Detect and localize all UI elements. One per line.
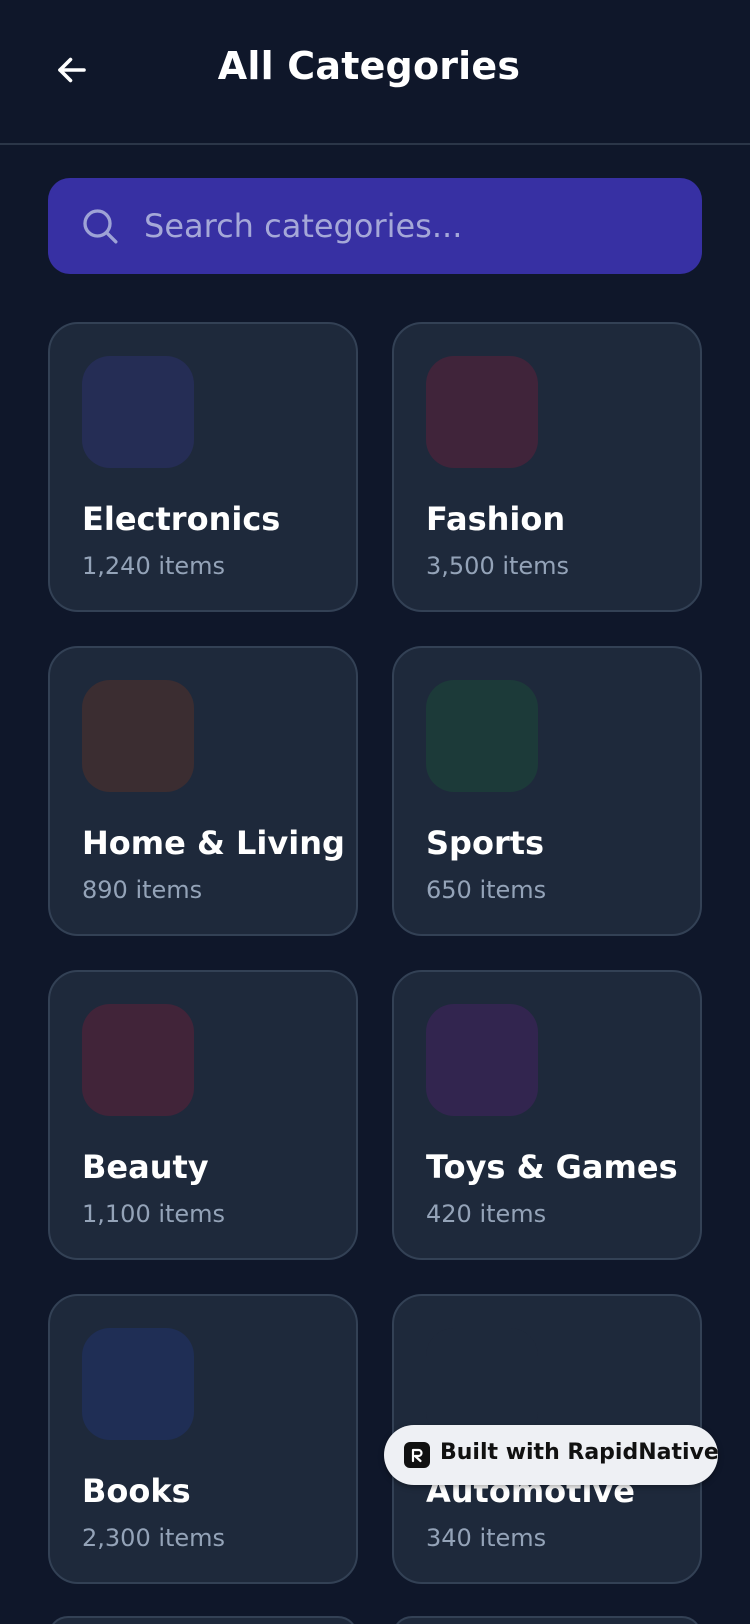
page-title: All Categories <box>217 44 521 88</box>
category-card-home-living[interactable]: Home & Living 890 items <box>48 646 358 936</box>
category-icon-tile <box>82 356 194 468</box>
category-grid-next-row <box>48 1616 702 1624</box>
category-count: 650 items <box>426 876 547 904</box>
search-bar[interactable] <box>48 178 702 274</box>
category-count: 890 items <box>82 876 203 904</box>
category-grid: Electronics 1,240 items Fashion 3,500 it… <box>48 322 702 1584</box>
category-icon-tile <box>82 680 194 792</box>
search-input[interactable] <box>144 178 664 274</box>
category-count: 1,240 items <box>82 552 226 580</box>
category-card-partial[interactable] <box>392 1616 702 1624</box>
category-icon-tile <box>82 1328 194 1440</box>
header: All Categories <box>0 0 750 145</box>
category-count: 420 items <box>426 1200 547 1228</box>
category-icon-tile <box>426 356 538 468</box>
category-name: Fashion <box>426 500 566 538</box>
category-name: Toys & Games <box>426 1148 678 1186</box>
category-card-sports[interactable]: Sports 650 items <box>392 646 702 936</box>
category-count: 3,500 items <box>426 552 570 580</box>
category-card-fashion[interactable]: Fashion 3,500 items <box>392 322 702 612</box>
search-icon <box>83 209 118 244</box>
category-count: 340 items <box>426 1524 547 1552</box>
category-icon-tile <box>426 680 538 792</box>
badge-label: Built with RapidNative <box>440 1440 719 1465</box>
category-name: Books <box>82 1472 191 1510</box>
category-card-partial[interactable] <box>48 1616 358 1624</box>
built-with-badge[interactable]: Built with RapidNative <box>384 1425 719 1485</box>
category-card-electronics[interactable]: Electronics 1,240 items <box>48 322 358 612</box>
category-name: Electronics <box>82 500 281 538</box>
category-icon-tile <box>82 1004 194 1116</box>
category-name: Home & Living <box>82 824 345 862</box>
category-name: Sports <box>426 824 545 862</box>
category-name: Beauty <box>82 1148 209 1186</box>
app-screen: All Categories Electronics 1,240 items F… <box>0 0 750 1624</box>
category-count: 2,300 items <box>82 1524 226 1552</box>
category-card-books[interactable]: Books 2,300 items <box>48 1294 358 1584</box>
rapidnative-logo-icon <box>404 1442 430 1468</box>
category-count: 1,100 items <box>82 1200 226 1228</box>
category-icon-tile <box>426 1328 538 1440</box>
category-card-toys-games[interactable]: Toys & Games 420 items <box>392 970 702 1260</box>
category-card-beauty[interactable]: Beauty 1,100 items <box>48 970 358 1260</box>
category-icon-tile <box>426 1004 538 1116</box>
